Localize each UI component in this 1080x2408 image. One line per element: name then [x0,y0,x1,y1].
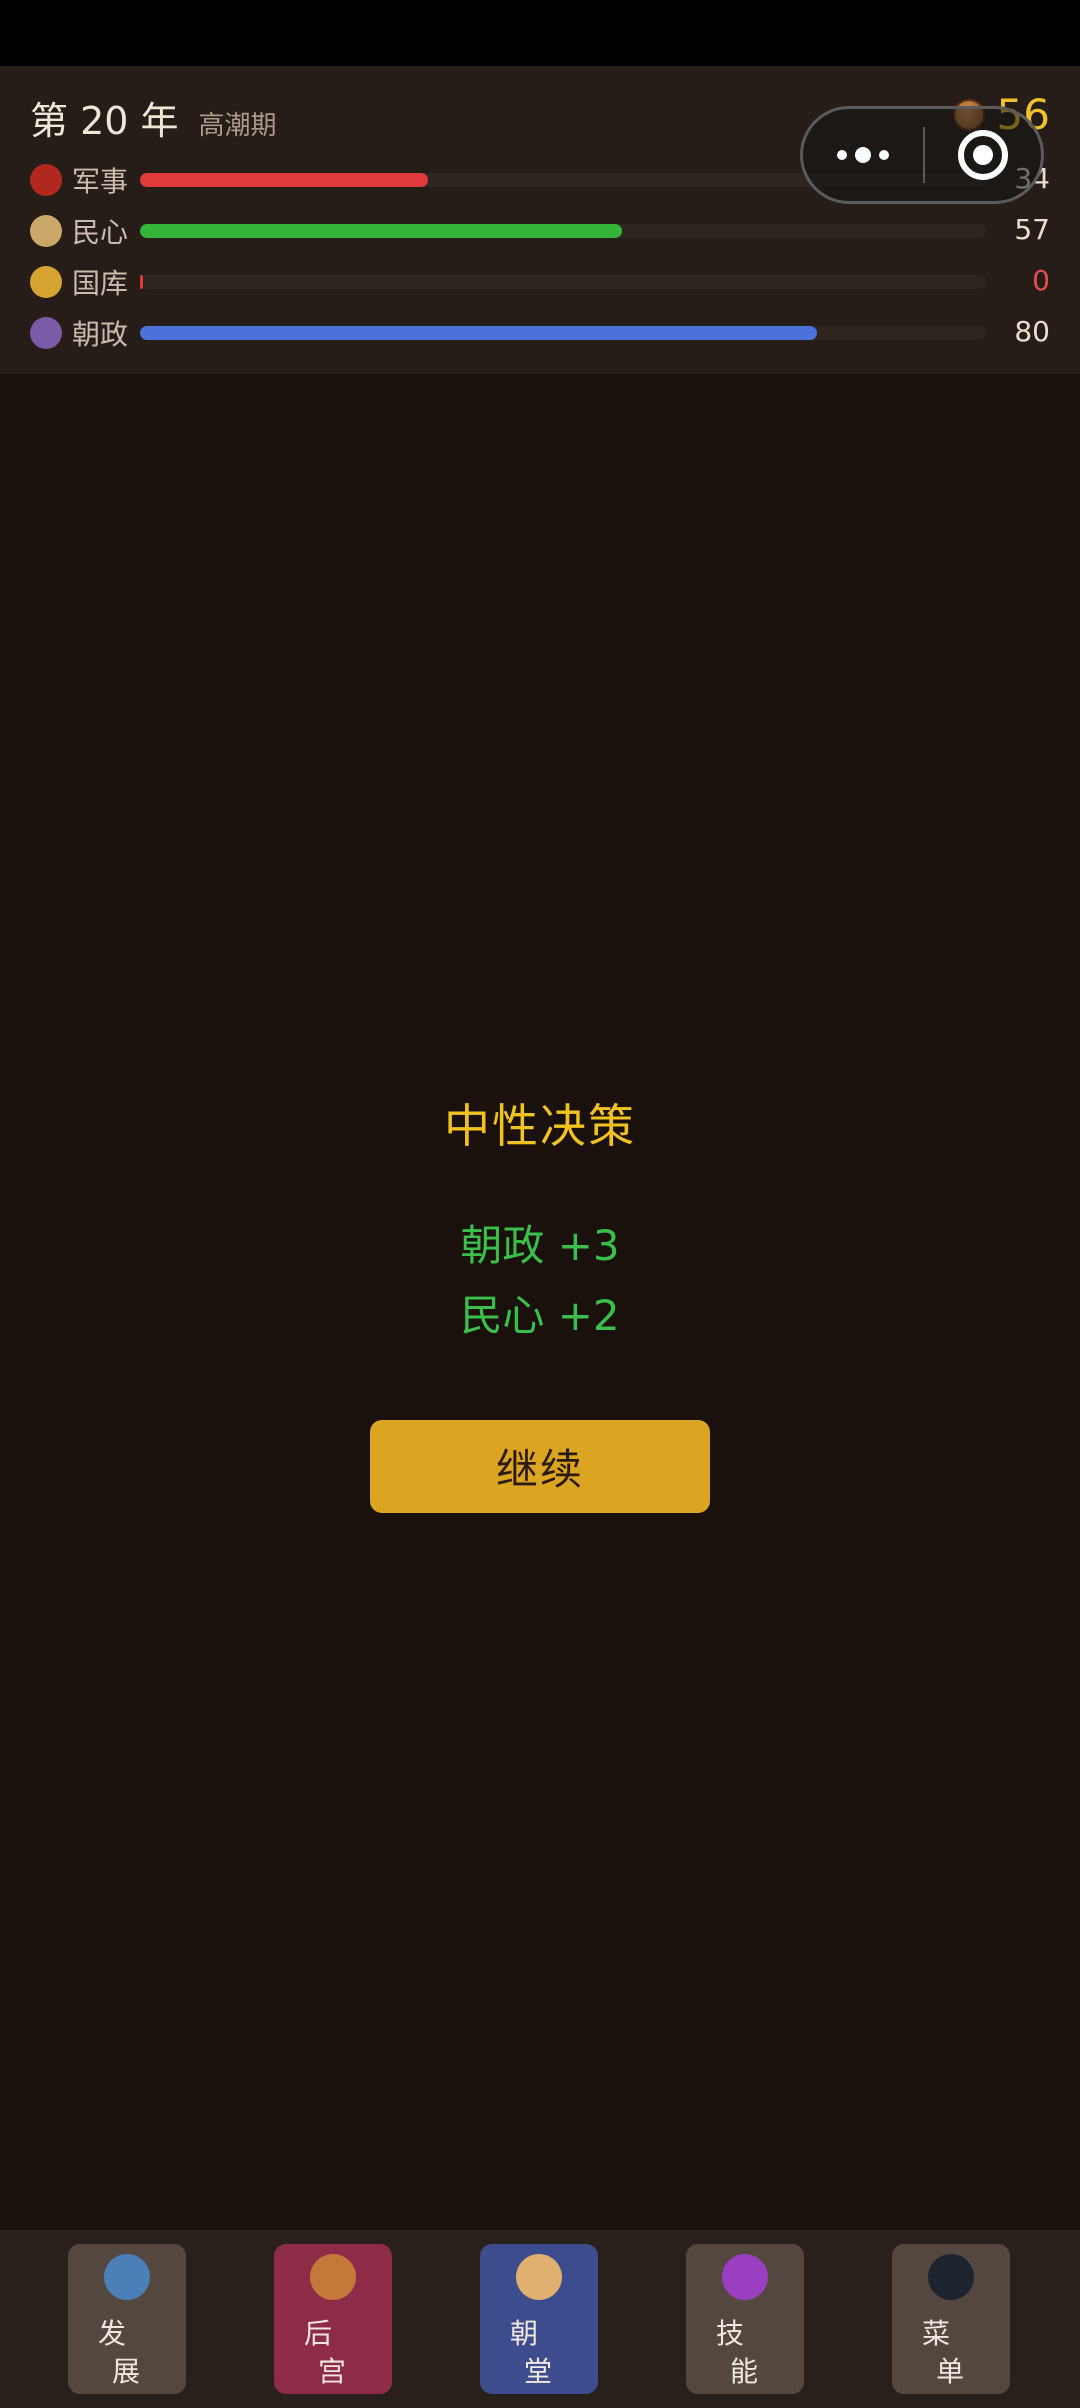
court-hall-icon [516,2254,562,2300]
status-bar [0,0,1080,66]
stat-value: 57 [1014,213,1050,246]
nav-harem-button[interactable]: 后 宫 [274,2244,392,2394]
more-button[interactable] [803,147,923,163]
stat-label: 朝政 [72,318,129,351]
result-title: 中性决策 [444,1099,636,1153]
nav-label-char: 技 [716,2317,745,2350]
year-label: 第 20 年 [30,99,179,143]
stat-bar-track [140,224,986,238]
stat-bar-fill [140,326,817,340]
more-dot-icon [879,150,889,160]
stat-label: 民心 [72,216,129,249]
nav-label-char: 能 [730,2355,759,2388]
target-dot [973,145,993,165]
nav-court-button[interactable]: 朝 堂 [480,2244,598,2394]
development-icon [104,2254,150,2300]
nav-label-char: 菜 [922,2317,951,2350]
nav-skills-button[interactable]: 技 能 [686,2244,804,2394]
stat-row-people: 民心 57 [30,211,1050,251]
stat-value: 0 [1032,264,1050,297]
nav-label-char: 单 [936,2355,965,2388]
people-icon [30,215,62,247]
helmet-icon [30,164,62,196]
stat-bar-track [140,326,986,340]
treasury-icon [30,266,62,298]
year-line: 第 20 年 高潮期 [30,90,277,145]
nav-label-char: 朝 [510,2317,539,2350]
nav-menu-button[interactable]: 菜 单 [892,2244,1010,2394]
court-icon [30,317,62,349]
continue-button[interactable]: 继续 [370,1420,710,1513]
harem-icon [310,2254,356,2300]
phase-label: 高潮期 [198,111,277,141]
more-dot-icon [837,150,847,160]
stat-bar-fill [140,224,623,238]
effect-line-2: 民心 +2 [460,1291,620,1340]
nav-label-char: 堂 [524,2355,553,2388]
bottom-nav: 发 展 后 宫 朝 堂 技 能 菜 单 [0,2230,1080,2408]
menu-icon [928,2254,974,2300]
stat-bar-track [140,275,986,289]
nav-label-char: 后 [304,2317,333,2350]
nav-label-char: 发 [98,2317,127,2350]
stat-bar-fill [140,173,428,187]
stat-label: 军事 [72,165,129,198]
stat-row-treasury: 国库 0 [30,262,1050,302]
effect-line-1: 朝政 +3 [460,1221,620,1270]
nav-label-char: 展 [112,2355,141,2388]
close-miniprogram-button[interactable] [925,130,1041,180]
skills-icon [722,2254,768,2300]
stat-label: 国库 [72,267,129,300]
stat-value: 80 [1014,315,1050,348]
nav-development-button[interactable]: 发 展 [68,2244,186,2394]
miniprogram-capsule [800,106,1044,204]
nav-label-char: 宫 [318,2355,347,2388]
more-dot-icon [855,147,871,163]
stat-row-court: 朝政 80 [30,313,1050,353]
target-icon [958,130,1008,180]
stat-bar-fill [140,275,143,289]
